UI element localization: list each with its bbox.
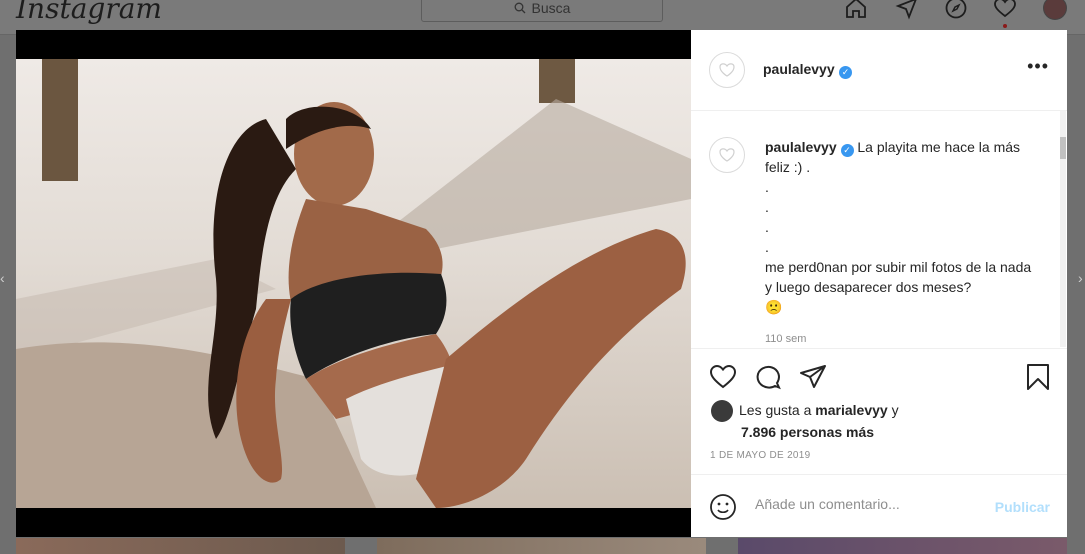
likes-and: y xyxy=(891,402,899,418)
caption-line: . xyxy=(765,199,769,215)
post-date[interactable]: 1 DE MAYO DE 2019 xyxy=(710,450,811,461)
search-icon xyxy=(514,2,525,14)
beach-scene-illustration xyxy=(16,59,691,508)
comments-section: paulalevyy ✓ La playita me hace la más f… xyxy=(691,111,1067,347)
likes-prefix: Les gusta a xyxy=(739,402,812,418)
instagram-logo[interactable]: Instagram xyxy=(16,0,162,25)
save-bookmark-icon[interactable] xyxy=(1023,362,1053,392)
caption-line: . xyxy=(765,239,769,255)
caption-line: . xyxy=(765,219,769,235)
post-actions: Les gusta a marialevyy y 7.896 personas … xyxy=(691,348,1067,469)
avatar-logo-icon xyxy=(719,148,735,162)
grid-thumbnail[interactable] xyxy=(16,538,345,554)
post-photo[interactable] xyxy=(16,30,691,537)
publish-button[interactable]: Publicar xyxy=(995,499,1050,515)
verified-badge-icon: ✓ xyxy=(840,144,854,157)
likes-summary: Les gusta a marialevyy y 7.896 personas … xyxy=(711,400,899,442)
previous-post-arrow[interactable]: ‹ xyxy=(0,270,5,286)
notification-dot xyxy=(1003,24,1007,28)
grid-thumbnail[interactable] xyxy=(377,538,706,554)
next-post-arrow[interactable]: › xyxy=(1078,270,1083,286)
liked-by-username[interactable]: marialevyy xyxy=(815,402,887,418)
avatar-logo-icon xyxy=(719,63,735,77)
likes-count[interactable]: 7.896 personas más xyxy=(741,424,874,440)
comment-icon[interactable] xyxy=(753,362,783,392)
more-options-icon[interactable]: ••• xyxy=(1027,57,1049,75)
direct-icon[interactable] xyxy=(895,0,919,20)
post-caption: paulalevyy ✓ La playita me hace la más f… xyxy=(765,137,1037,317)
emoji-icon[interactable] xyxy=(709,493,737,521)
like-heart-icon[interactable] xyxy=(708,362,738,392)
profile-avatar[interactable] xyxy=(1043,0,1067,20)
verified-badge-icon: ✓ xyxy=(839,66,853,79)
caption-author-avatar[interactable] xyxy=(709,137,745,173)
post-header: paulalevyy ✓ ••• xyxy=(691,30,1067,111)
scrollbar-thumb[interactable] xyxy=(1060,137,1066,159)
post-details-panel: paulalevyy ✓ ••• paulalevyy ✓ La playita… xyxy=(691,30,1067,537)
sad-emoji: 🙁 xyxy=(765,299,783,315)
caption-username[interactable]: paulalevyy xyxy=(765,139,837,155)
activity-icon[interactable] xyxy=(993,0,1017,20)
explore-icon[interactable] xyxy=(944,0,968,20)
add-comment-bar: Publicar xyxy=(691,474,1067,538)
author-info: paulalevyy ✓ xyxy=(763,61,853,79)
home-icon[interactable] xyxy=(844,0,868,20)
grid-thumbnail[interactable] xyxy=(738,538,1067,554)
caption-line: . xyxy=(765,179,769,195)
search-box[interactable]: Busca xyxy=(421,0,663,22)
caption-line: me perd0nan por subir mil fotos de la na… xyxy=(765,259,1032,295)
liker-avatar[interactable] xyxy=(711,400,733,423)
author-avatar[interactable] xyxy=(709,52,745,88)
caption-timestamp[interactable]: 110 sem xyxy=(765,333,806,345)
share-direct-icon[interactable] xyxy=(798,362,828,392)
author-username[interactable]: paulalevyy xyxy=(763,61,835,77)
comment-input[interactable] xyxy=(753,495,987,513)
beach-photo xyxy=(16,59,691,508)
search-placeholder: Busca xyxy=(531,0,571,16)
